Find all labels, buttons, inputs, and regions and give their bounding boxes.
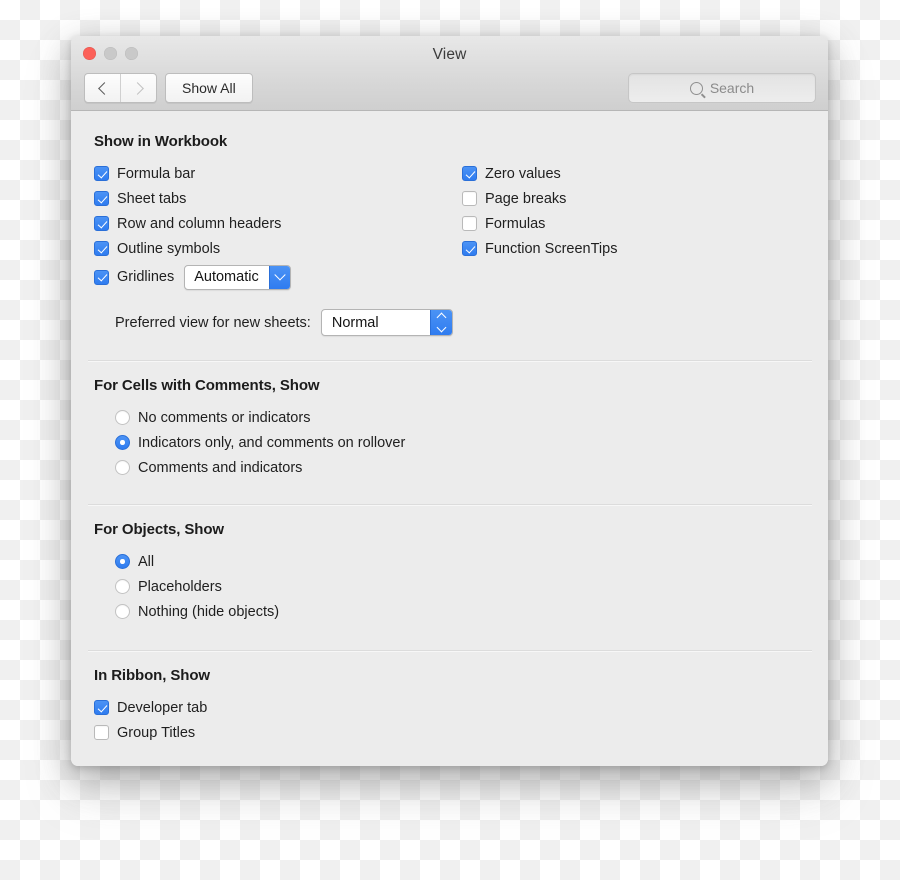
preferred-view-value: Normal	[331, 314, 379, 331]
divider-2	[88, 504, 812, 506]
checkbox-group-titles[interactable]	[94, 725, 109, 740]
forward-button[interactable]	[120, 74, 156, 102]
radio-label-comments-and-indicators: Comments and indicators	[138, 459, 303, 476]
radio-row-nothing-hide-objects[interactable]: Nothing (hide objects)	[115, 599, 805, 624]
radio-comments-and-indicators[interactable]	[115, 460, 130, 475]
chevron-right-icon	[130, 81, 144, 95]
radio-row-comments-and-indicators[interactable]: Comments and indicators	[115, 455, 805, 480]
checkbox-label-formulas: Formulas	[485, 215, 546, 232]
preferred-view-popup-button[interactable]: Normal	[320, 309, 453, 336]
checkbox-formula-bar[interactable]	[94, 166, 109, 181]
checkbox-row-outline-symbols[interactable]: Outline symbols	[94, 236, 462, 261]
divider-1	[88, 360, 812, 362]
checkbox-label-outline-symbols: Outline symbols	[117, 240, 221, 257]
section-title-comments: For Cells with Comments, Show	[94, 377, 320, 394]
window-title: View	[432, 46, 467, 63]
checkbox-function-screentips[interactable]	[462, 241, 477, 256]
radio-row-no-comments-or-indicators[interactable]: No comments or indicators	[115, 405, 805, 430]
checkbox-gridlines[interactable]	[94, 269, 109, 285]
radio-indicators-only[interactable]	[115, 435, 130, 450]
section-title-workbook: Show in Workbook	[94, 133, 228, 150]
checkbox-label-developer-tab: Developer tab	[117, 699, 208, 716]
section-for-objects: For Objects, Show All Placeholders Nothi…	[94, 521, 805, 624]
checkbox-row-developer-tab[interactable]: Developer tab	[94, 695, 805, 720]
section-title-ribbon: In Ribbon, Show	[94, 667, 210, 684]
back-button[interactable]	[85, 74, 120, 102]
radio-row-indicators-only[interactable]: Indicators only, and comments on rollove…	[115, 430, 805, 455]
radio-label-nothing-hide-objects: Nothing (hide objects)	[138, 603, 280, 620]
checkbox-outline-symbols[interactable]	[94, 241, 109, 256]
search-icon	[689, 81, 703, 95]
radio-label-indicators-only: Indicators only, and comments on rollove…	[138, 434, 406, 451]
gridlines-color-dropdown[interactable]: Automatic	[184, 264, 291, 290]
radio-row-all[interactable]: All	[115, 549, 805, 574]
checkbox-developer-tab[interactable]	[94, 700, 109, 715]
gridlines-dropdown-value: Automatic	[194, 269, 259, 285]
navigation-segmented-control[interactable]	[84, 73, 157, 103]
radio-row-placeholders[interactable]: Placeholders	[115, 574, 805, 599]
preferred-view-row: Preferred view for new sheets: Normal	[115, 309, 805, 336]
window-titlebar: View Show All Search	[71, 36, 828, 111]
checkbox-label-page-breaks: Page breaks	[485, 190, 567, 207]
checkbox-formulas[interactable]	[462, 216, 477, 231]
section-in-ribbon: In Ribbon, Show Developer tab Group Titl…	[94, 667, 805, 745]
show-all-button[interactable]: Show All	[165, 73, 253, 103]
radio-placeholders[interactable]	[115, 579, 130, 594]
checkbox-label-row-and-column-headers: Row and column headers	[117, 215, 282, 232]
ribbon-checkbox-group: Developer tab Group Titles	[94, 695, 805, 745]
workbook-checkbox-columns: Formula bar Sheet tabs Row and column he…	[94, 161, 805, 293]
checkbox-label-formula-bar: Formula bar	[117, 165, 196, 182]
checkbox-row-function-screentips[interactable]: Function ScreenTips	[462, 236, 802, 261]
checkbox-row-zero-values[interactable]: Zero values	[462, 161, 802, 186]
checkbox-row-row-and-column-headers[interactable]: Row and column headers	[94, 211, 462, 236]
checkbox-label-function-screentips: Function ScreenTips	[485, 240, 618, 257]
preferences-content: Show in Workbook Formula bar Sheet tabs …	[71, 111, 828, 766]
preferred-view-label: Preferred view for new sheets:	[115, 314, 311, 331]
radio-label-all: All	[138, 553, 155, 570]
checkbox-label-sheet-tabs: Sheet tabs	[117, 190, 187, 207]
checkbox-row-group-titles[interactable]: Group Titles	[94, 720, 805, 745]
radio-label-placeholders: Placeholders	[138, 578, 222, 595]
radio-nothing-hide-objects[interactable]	[115, 604, 130, 619]
checkbox-label-zero-values: Zero values	[485, 165, 561, 182]
checkbox-page-breaks[interactable]	[462, 191, 477, 206]
checkbox-sheet-tabs[interactable]	[94, 191, 109, 206]
checkbox-label-group-titles: Group Titles	[117, 724, 196, 741]
radio-all[interactable]	[115, 554, 130, 569]
radio-label-no-comments-or-indicators: No comments or indicators	[138, 409, 311, 426]
toolbar: Show All Search	[71, 70, 828, 110]
checkbox-label-gridlines: Gridlines	[117, 269, 175, 285]
radio-no-comments-or-indicators[interactable]	[115, 410, 130, 425]
checkbox-row-sheet-tabs[interactable]: Sheet tabs	[94, 186, 462, 211]
checkbox-row-page-breaks[interactable]: Page breaks	[462, 186, 802, 211]
comments-radio-group: No comments or indicators Indicators onl…	[115, 405, 805, 480]
chevron-up-down-icon	[429, 310, 452, 335]
search-placeholder: Search	[709, 80, 755, 96]
section-cells-with-comments: For Cells with Comments, Show No comment…	[94, 377, 805, 480]
view-preferences-window: View Show All Search Show in Workbook Fo…	[71, 36, 828, 766]
checkbox-row-and-column-headers[interactable]	[94, 216, 109, 231]
checkbox-row-formulas[interactable]: Formulas	[462, 211, 802, 236]
divider-3	[88, 650, 812, 652]
chevron-left-icon	[97, 81, 111, 95]
chevron-down-icon	[268, 265, 290, 289]
checkbox-row-formula-bar[interactable]: Formula bar	[94, 161, 462, 186]
show-all-label: Show All	[182, 80, 236, 96]
section-title-objects: For Objects, Show	[94, 521, 224, 538]
checkbox-zero-values[interactable]	[462, 166, 477, 181]
search-field[interactable]: Search	[628, 73, 816, 103]
section-show-in-workbook: Show in Workbook Formula bar Sheet tabs …	[94, 133, 805, 336]
workbook-left-column: Formula bar Sheet tabs Row and column he…	[94, 161, 462, 293]
workbook-right-column: Zero values Page breaks Formulas Functio…	[462, 161, 802, 293]
checkbox-row-gridlines[interactable]: Gridlines Automatic	[94, 261, 462, 293]
objects-radio-group: All Placeholders Nothing (hide objects)	[115, 549, 805, 624]
